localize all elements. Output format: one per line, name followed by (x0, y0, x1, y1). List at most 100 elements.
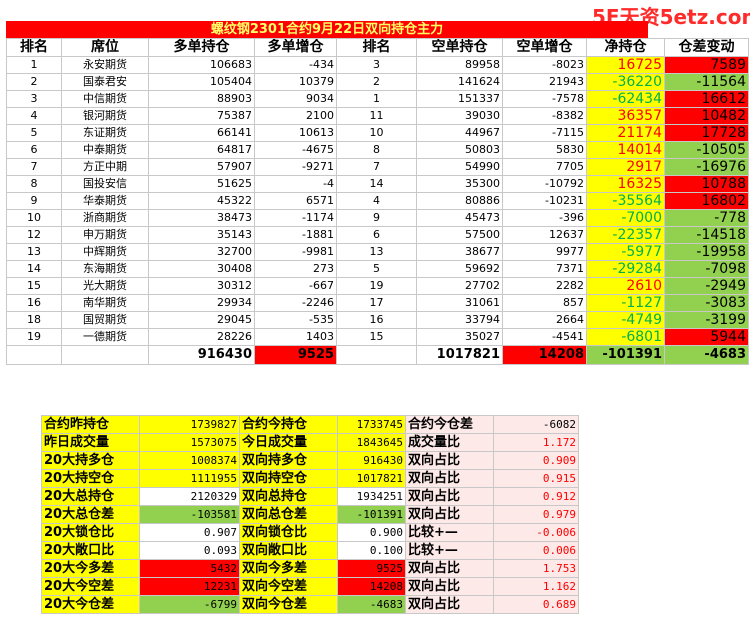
summary-ratio: -0.006 (493, 523, 579, 542)
diff-cell: -14518 (664, 226, 749, 244)
summary-row: 20大持多仓 1008374 双向持多仓 916430 双向占比 0.909 (41, 451, 579, 470)
long-cell: 35143 (148, 226, 255, 244)
short-change-cell: -8382 (502, 107, 587, 125)
summary-label: 成交量比 (405, 433, 494, 452)
summary-label: 20大今空差 (41, 577, 140, 596)
short-cell: 44967 (416, 124, 503, 142)
table-row: 15 光大期货 30312 -667 19 27702 2282 2610 -2949 (6, 277, 749, 295)
short-cell: 151337 (416, 90, 503, 108)
summary-value: 5432 (139, 559, 240, 578)
table-row: 19 一德期货 28226 1403 15 35027 -4541 -6801 5944 (6, 328, 749, 346)
seat-name-cell: 中信期货 (61, 90, 149, 108)
summary-value: 1739827 (139, 415, 240, 434)
summary-ratio: 0.689 (493, 595, 579, 614)
net-cell: -36220 (586, 73, 665, 91)
summary-value: 1934251 (337, 487, 406, 506)
summary-value: 1573075 (139, 433, 240, 452)
long-cell: 88903 (148, 90, 255, 108)
rank-cell: 19 (6, 328, 62, 346)
short-rank-cell: 19 (336, 277, 417, 295)
summary-value: 0.907 (139, 523, 240, 542)
summary-ratio: 1.162 (493, 577, 579, 596)
seat-name-cell: 国投安信 (61, 175, 149, 193)
total-long: 916430 (148, 345, 255, 365)
diff-cell: -778 (664, 209, 749, 227)
short-change-cell: 5830 (502, 141, 587, 159)
short-rank-cell: 17 (336, 294, 417, 312)
short-change-cell: 857 (502, 294, 587, 312)
summary-row: 20大今空差 12231 双向今空差 14208 双向占比 1.162 (41, 577, 579, 596)
diff-cell: -11564 (664, 73, 749, 91)
long-change-cell: 6571 (254, 192, 337, 210)
summary-label: 合约今持仓 (239, 415, 338, 434)
short-cell: 141624 (416, 73, 503, 91)
summary-label: 双向占比 (405, 505, 494, 524)
short-rank-cell: 15 (336, 328, 417, 346)
table-row: 13 中辉期货 32700 -9981 13 38677 9977 -5977 -19958 (6, 243, 749, 261)
long-cell: 106683 (148, 56, 255, 74)
rank-cell: 16 (6, 294, 62, 312)
short-rank-cell: 2 (336, 73, 417, 91)
summary-label: 20大持多仓 (41, 451, 140, 470)
summary-ratio: 0.915 (493, 469, 579, 488)
total-diff: -4683 (664, 345, 749, 365)
long-change-cell: -434 (254, 56, 337, 74)
summary-row: 20大敞口比 0.093 双向敞口比 0.100 比较+— 0.006 (41, 541, 579, 560)
total-short-change: 14208 (502, 345, 587, 365)
summary-label: 双向占比 (405, 595, 494, 614)
net-cell: -7000 (586, 209, 665, 227)
diff-cell: 10482 (664, 107, 749, 125)
header-long: 多单持仓 (148, 38, 255, 57)
long-change-cell: -1174 (254, 209, 337, 227)
short-change-cell: 2282 (502, 277, 587, 295)
total-short: 1017821 (416, 345, 503, 365)
short-rank-cell: 3 (336, 56, 417, 74)
summary-ratio: 0.006 (493, 541, 579, 560)
summary-label: 合约今仓差 (405, 415, 494, 434)
diff-cell: 16802 (664, 192, 749, 210)
summary-label: 双向敞口比 (239, 541, 338, 560)
net-cell: 14014 (586, 141, 665, 159)
long-cell: 32700 (148, 243, 255, 261)
long-cell: 51625 (148, 175, 255, 193)
seat-name-cell: 南华期货 (61, 294, 149, 312)
summary-value: -103581 (139, 505, 240, 524)
short-rank-cell: 13 (336, 243, 417, 261)
summary-row: 20大总仓差 -103581 双向总仓差 -101391 双向占比 0.979 (41, 505, 579, 524)
short-change-cell: 12637 (502, 226, 587, 244)
seat-name-cell: 申万期货 (61, 226, 149, 244)
summary-label: 20大敞口比 (41, 541, 140, 560)
long-change-cell: -4 (254, 175, 337, 193)
net-cell: 16325 (586, 175, 665, 193)
table-row: 1 永安期货 106683 -434 3 89958 -8023 16725 7589 (6, 56, 749, 74)
seat-name-cell: 华泰期货 (61, 192, 149, 210)
net-cell: -6801 (586, 328, 665, 346)
net-cell: -5977 (586, 243, 665, 261)
header-short: 空单持仓 (416, 38, 503, 57)
header-diff: 仓差变动 (664, 38, 749, 57)
table-row: 2 国泰君安 105404 10379 2 141624 21943 -36220 -11564 (6, 73, 749, 91)
diff-cell: -7098 (664, 260, 749, 278)
long-cell: 75387 (148, 107, 255, 125)
short-change-cell: 21943 (502, 73, 587, 91)
seat-name-cell: 东证期货 (61, 124, 149, 142)
total-net: -101391 (586, 345, 665, 365)
summary-row: 20大总持仓 2120329 双向总持仓 1934251 双向占比 0.912 (41, 487, 579, 506)
long-cell: 30408 (148, 260, 255, 278)
summary-label: 双向占比 (405, 451, 494, 470)
summary-ratio: -6082 (493, 415, 579, 434)
short-change-cell: -10792 (502, 175, 587, 193)
summary-label: 20大总仓差 (41, 505, 140, 524)
net-cell: 2917 (586, 158, 665, 176)
diff-cell: 16612 (664, 90, 749, 108)
summary-row: 20大锁仓比 0.907 双向锁仓比 0.900 比较+— -0.006 (41, 523, 579, 542)
seat-name-cell: 东海期货 (61, 260, 149, 278)
summary-label: 双向总持仓 (239, 487, 338, 506)
summary-value: 1843645 (337, 433, 406, 452)
seat-name-cell: 一德期货 (61, 328, 149, 346)
long-change-cell: -9271 (254, 158, 337, 176)
summary-label: 比较+— (405, 523, 494, 542)
net-cell: -4749 (586, 311, 665, 329)
summary-ratio: 0.909 (493, 451, 579, 470)
short-cell: 80886 (416, 192, 503, 210)
